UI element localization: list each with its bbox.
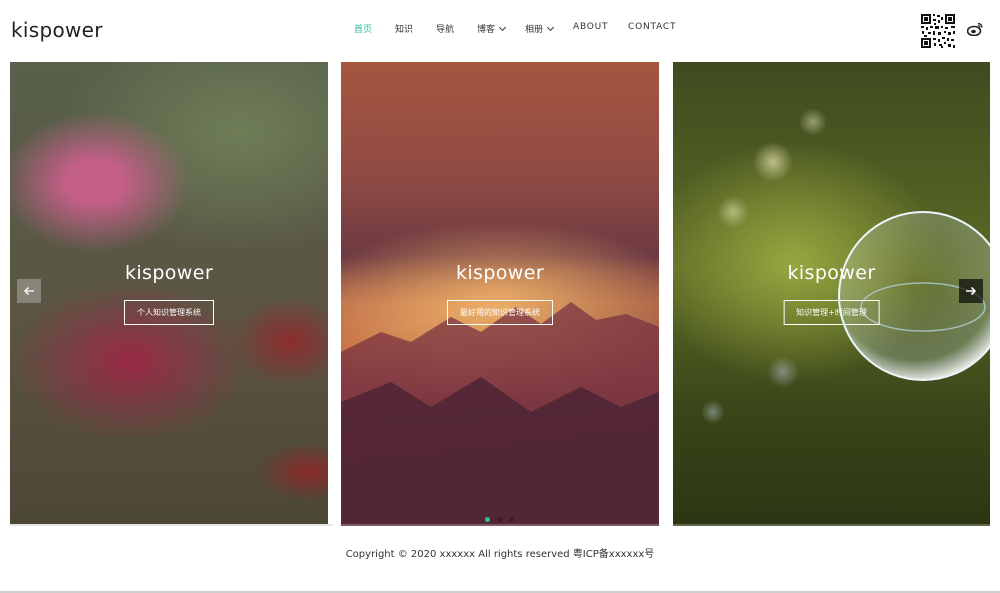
nav-item-knowledge[interactable]: 知识	[395, 22, 413, 35]
nav-item-navigation[interactable]: 导航	[436, 22, 454, 35]
slider-prev-button[interactable]	[17, 279, 41, 303]
slider-scrollbar[interactable]	[10, 524, 990, 526]
pagination-dot[interactable]	[485, 517, 490, 522]
arrow-left-icon	[23, 286, 34, 296]
slide-mountains[interactable]: kispower 最好用的知识管理系统	[341, 62, 659, 526]
nav-item-contact[interactable]: CONTACT	[628, 22, 676, 32]
slide-title: kispower	[787, 262, 876, 284]
nav-item-label: 博客	[477, 25, 496, 35]
nav-item-label: 首页	[354, 25, 373, 35]
nav-item-label: ABOUT	[573, 22, 609, 32]
weibo-icon[interactable]	[966, 21, 983, 37]
slide-button[interactable]: 知识管理+时间管理	[783, 300, 880, 325]
slide-bubble[interactable]: kispower 知识管理+时间管理	[673, 62, 990, 526]
footer-copyright: Copyright © 2020 xxxxxx All rights reser…	[345, 549, 655, 560]
nav-item-label: 相册	[525, 25, 544, 35]
nav-item-about[interactable]: ABOUT	[573, 22, 608, 32]
slide-title: kispower	[455, 262, 545, 284]
slide-title: kispower	[124, 262, 214, 284]
pagination-dot[interactable]	[509, 517, 514, 522]
slider-next-button[interactable]	[959, 279, 983, 303]
hero-slider[interactable]: kispower 个人知识管理系统 kispower 最好用的知识管理系统 ki…	[10, 62, 990, 527]
pagination-dot[interactable]	[497, 517, 502, 522]
mountain-silhouette	[341, 302, 659, 526]
nav-item-album[interactable]: 相册	[525, 22, 555, 35]
main-nav: 首页 知识 导航 博客 相册 ABOUT CONTACT	[0, 22, 1000, 40]
nav-item-home[interactable]: 首页	[354, 22, 372, 35]
chevron-down-icon	[498, 23, 507, 32]
nav-item-label: 知识	[395, 25, 414, 35]
slide-button[interactable]: 最好用的知识管理系统	[447, 300, 553, 325]
slide-orchid[interactable]: kispower 个人知识管理系统	[10, 62, 328, 526]
nav-item-blog[interactable]: 博客	[477, 22, 507, 35]
arrow-right-icon	[966, 286, 977, 296]
slide-button[interactable]: 个人知识管理系统	[124, 300, 214, 325]
nav-item-label: 导航	[436, 25, 455, 35]
nav-item-label: CONTACT	[628, 22, 677, 32]
slider-scrollbar-thumb[interactable]	[10, 524, 334, 526]
qr-code-icon[interactable]	[920, 13, 956, 49]
bubble	[838, 211, 990, 381]
chevron-down-icon	[546, 23, 555, 32]
